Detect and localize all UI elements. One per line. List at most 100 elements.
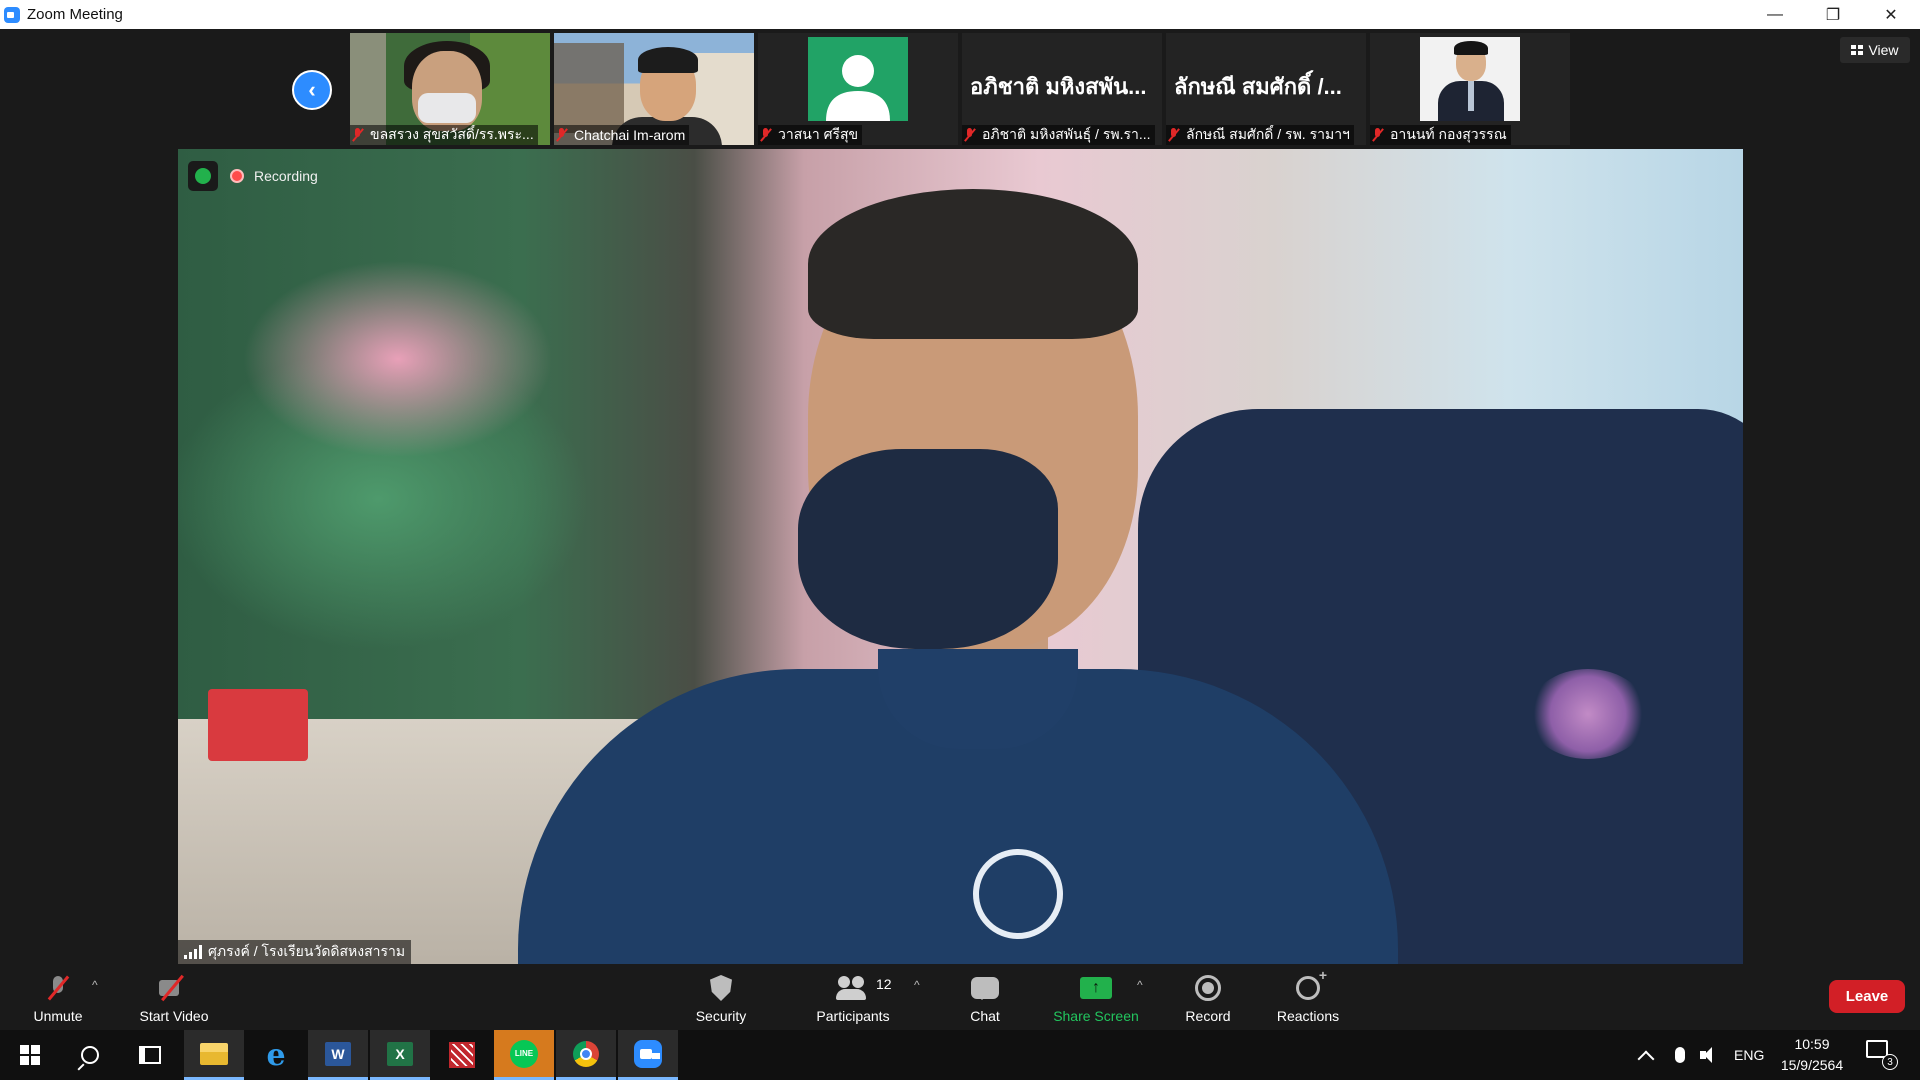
taskbar-word[interactable]: W [308,1030,368,1080]
speaker-name-label: ศุภรงค์ / โรงเรียนวัดดิสหงสาราม [178,940,412,964]
reactions-button[interactable]: Reactions [1268,964,1348,1030]
participant-name: อภิชาติ มหิงสพันธุ์ / รพ.รา... [962,125,1155,145]
taskbar-qr-app[interactable] [432,1030,492,1080]
participant-display-name: ลักษณี สมศักดิ์ /... [1174,74,1342,99]
internet-explorer-icon: e [266,1037,286,1073]
signal-strength-icon [184,945,202,959]
recording-indicator[interactable]: Recording [230,168,318,184]
mic-muted-icon [760,128,772,142]
participant-tile-2[interactable]: Chatchai Im-arom [554,33,754,145]
notification-count: 3 [1882,1054,1898,1070]
participants-button[interactable]: Participants [808,964,898,1030]
word-icon: W [325,1041,351,1066]
mic-muted-icon [964,128,976,142]
chat-button[interactable]: Chat [955,964,1015,1030]
participant-count: 12 [876,976,892,992]
chevron-up-icon [1637,1050,1655,1068]
participants-icon [836,976,870,1000]
participant-name: อานนท์ กองสุวรรณ [1370,125,1511,145]
close-button[interactable]: ✕ [1862,0,1920,29]
record-button[interactable]: Record [1178,964,1238,1030]
participant-display-name: อภิชาติ มหิงสพัน... [970,74,1147,99]
previous-page-button[interactable]: ‹ [292,70,332,110]
task-view-icon [139,1046,161,1064]
zoom-icon [634,1039,662,1068]
clock-date: 15/9/2564 [1780,1057,1844,1073]
participant-name: Chatchai Im-arom [554,125,690,145]
security-button[interactable]: Security [686,964,756,1030]
record-icon [1195,975,1221,1001]
windows-taskbar: e W X LINE ENG 10:59 15/9/2564 3 [0,1030,1920,1080]
title-bar: Zoom Meeting — ❐ ✕ [0,0,1920,29]
show-hidden-icons-button[interactable] [1637,1030,1655,1080]
participant-tile-3[interactable]: วาสนา ศรีสุข [758,33,958,145]
unmute-button[interactable]: Unmute [28,964,88,1030]
taskbar-clock[interactable]: 10:59 15/9/2564 [1770,1034,1854,1076]
chevron-left-icon: ‹ [308,77,316,102]
participant-name: วาสนา ศรีสุข [758,125,863,145]
taskbar-line[interactable]: LINE [494,1030,554,1080]
window-title: Zoom Meeting [27,6,123,23]
share-screen-icon: ↑ [1080,977,1112,999]
restore-button[interactable]: ❐ [1804,0,1862,29]
speaker-icon [1700,1047,1718,1063]
default-avatar-icon [808,37,908,121]
qr-app-icon [449,1042,475,1068]
shirt-logo [973,849,1063,939]
windows-logo-icon [20,1045,40,1065]
start-button[interactable] [0,1030,60,1080]
audio-options-caret[interactable]: ^ [92,978,98,992]
meeting-status: Recording [188,161,318,191]
search-icon [81,1046,99,1064]
minimize-button[interactable]: — [1746,0,1804,29]
participant-name: ลักษณี สมศักดิ์ / รพ. รามาฯ [1166,125,1354,145]
participant-tile-4[interactable]: อภิชาติ มหิงสพัน... อภิชาติ มหิงสพันธุ์ … [962,33,1162,145]
microphone-icon [1675,1047,1685,1063]
leave-button[interactable]: Leave [1829,980,1905,1013]
start-video-button[interactable]: Start Video [132,964,216,1030]
action-center-button[interactable]: 3 [1866,1040,1898,1070]
participant-video [1420,37,1520,121]
taskbar-zoom[interactable] [618,1030,678,1080]
mic-muted-icon [1372,128,1384,142]
mic-muted-icon [49,976,67,1000]
search-button[interactable] [60,1030,120,1080]
zoom-meeting-window: Zoom Meeting — ❐ ✕ ‹ ขลสรวง สุขสวัสดิ์/ร… [0,0,1920,1080]
share-screen-button[interactable]: ↑ Share Screen [1046,964,1146,1030]
view-button[interactable]: View [1840,37,1910,63]
taskbar-internet-explorer[interactable]: e [246,1030,306,1080]
shield-icon [710,975,732,1001]
chrome-icon [573,1040,599,1067]
folder-icon [200,1042,228,1065]
participant-name: ขลสรวง สุขสวัสดิ์/รร.พระ... [350,125,538,145]
zoom-app-icon [4,6,20,23]
grid-view-icon [1851,45,1864,55]
participants-options-caret[interactable]: ^ [914,978,920,992]
chat-icon [971,977,999,1000]
encryption-shield-icon[interactable] [188,161,218,191]
task-view-button[interactable] [120,1030,180,1080]
mic-muted-icon [556,128,568,142]
excel-icon: X [387,1041,413,1066]
meeting-controls: Unmute ^ Start Video Security Participan… [0,964,1920,1030]
participant-tile-1[interactable]: ขลสรวง สุขสวัสดิ์/รร.พระ... [350,33,550,145]
participant-tile-5[interactable]: ลักษณี สมศักดิ์ /... ลักษณี สมศักดิ์ / ร… [1166,33,1366,145]
taskbar-chrome[interactable] [556,1030,616,1080]
video-off-icon [159,978,189,998]
face-mask [798,449,1058,649]
volume-button[interactable] [1700,1030,1718,1080]
mic-muted-icon [352,128,364,142]
emoji-add-icon [1296,967,1327,1000]
taskbar-file-explorer[interactable] [184,1030,244,1080]
share-options-caret[interactable]: ^ [1137,978,1143,992]
input-language-button[interactable]: ENG [1734,1030,1764,1080]
mic-muted-icon [1168,128,1180,142]
line-icon: LINE [510,1039,538,1068]
active-speaker-video [178,149,1743,964]
microphone-tray-button[interactable] [1675,1030,1685,1080]
participant-tile-6[interactable]: อานนท์ กองสุวรรณ [1370,33,1570,145]
clock-time: 10:59 [1794,1036,1830,1052]
participant-strip: ‹ ขลสรวง สุขสวัสดิ์/รร.พระ... Chatchai I… [0,29,1920,149]
taskbar-excel[interactable]: X [370,1030,430,1080]
record-dot-icon [230,169,244,183]
